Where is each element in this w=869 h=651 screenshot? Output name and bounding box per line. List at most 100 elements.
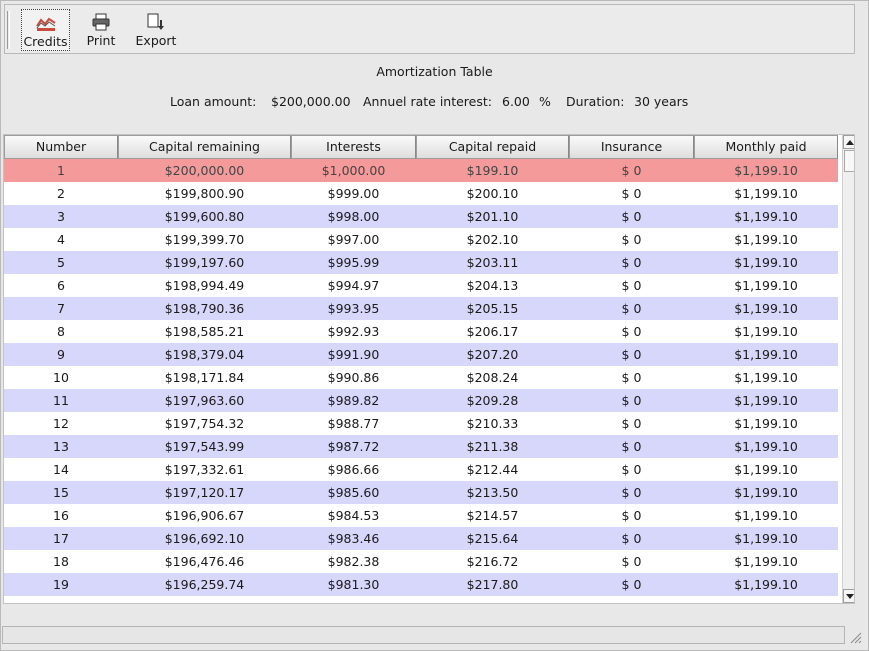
table-row[interactable]: 17 $196,692.10 $983.46 $215.64 $ 0 $1,199.10 (4, 527, 838, 550)
table-cell: $1,199.10 (734, 324, 798, 339)
table-cell: $999.00 (327, 186, 380, 201)
table-cell: $985.60 (327, 485, 380, 500)
table-cell: $198,171.84 (164, 370, 245, 385)
loan-amount-label: Loan amount: (170, 94, 257, 109)
table-cell: $197,543.99 (164, 439, 245, 454)
table-cell: 7 (57, 301, 65, 316)
table-cell: $983.46 (327, 531, 380, 546)
column-header-insurance[interactable]: Insurance (569, 135, 694, 159)
table-cell: $204.13 (466, 278, 519, 293)
table-row[interactable]: 13 $197,543.99 $987.72 $211.38 $ 0 $1,199.10 (4, 435, 838, 458)
table-cell: $ 0 (621, 531, 642, 546)
status-bar (2, 626, 845, 644)
table-row[interactable]: 9 $198,379.04 $991.90 $207.20 $ 0 $1,199.10 (4, 343, 838, 366)
table-row[interactable]: 12 $197,754.32 $988.77 $210.33 $ 0 $1,199.10 (4, 412, 838, 435)
table-cell: 3 (57, 209, 65, 224)
table-cell: $988.77 (327, 416, 380, 431)
table-cell: $1,199.10 (734, 462, 798, 477)
resize-grip-icon[interactable] (848, 630, 862, 644)
table-cell: $206.17 (466, 324, 519, 339)
table-cell: $196,692.10 (164, 531, 245, 546)
scroll-down-arrow-icon[interactable] (843, 589, 854, 603)
table-cell: $215.64 (466, 531, 519, 546)
table-cell: $ 0 (621, 301, 642, 316)
table-cell: $989.82 (327, 393, 380, 408)
table-row[interactable]: 1 $200,000.00 $1,000.00 $199.10 $ 0 $1,199.10 (4, 159, 838, 182)
print-button[interactable]: Print (83, 9, 119, 51)
export-icon (147, 13, 164, 30)
table-cell: $ 0 (621, 508, 642, 523)
export-button[interactable]: Export (133, 9, 179, 51)
table-cell: $1,199.10 (734, 186, 798, 201)
table-cell: $209.28 (466, 393, 519, 408)
table-cell: $211.38 (466, 439, 519, 454)
table-cell: $1,199.10 (734, 393, 798, 408)
table-body: 1 $200,000.00 $1,000.00 $199.10 $ 0 $1,199.10… (4, 159, 838, 596)
scrollbar-thumb[interactable] (844, 150, 854, 172)
table-cell: $1,199.10 (734, 255, 798, 270)
table-cell: $1,199.10 (734, 347, 798, 362)
table-cell: $196,259.74 (164, 577, 245, 592)
table-cell: $1,199.10 (734, 301, 798, 316)
printer-icon (92, 13, 110, 31)
table-row[interactable]: 7 $198,790.36 $993.95 $205.15 $ 0 $1,199.10 (4, 297, 838, 320)
column-header-number[interactable]: Number (4, 135, 118, 159)
table-row[interactable]: 14 $197,332.61 $986.66 $212.44 $ 0 $1,199.10 (4, 458, 838, 481)
table-row[interactable]: 19 $196,259.74 $981.30 $217.80 $ 0 $1,199.10 (4, 573, 838, 596)
table-row[interactable]: 10 $198,171.84 $990.86 $208.24 $ 0 $1,199.10 (4, 366, 838, 389)
table-cell: 15 (53, 485, 69, 500)
toolbar-drag-handle[interactable] (7, 11, 10, 49)
duration-value: 30 years (634, 94, 689, 109)
credits-button[interactable]: Credits (21, 9, 70, 51)
table-cell: $ 0 (621, 554, 642, 569)
table-row[interactable]: 15 $197,120.17 $985.60 $213.50 $ 0 $1,199.10 (4, 481, 838, 504)
table-cell: $991.90 (327, 347, 380, 362)
table-cell: 11 (53, 393, 69, 408)
table-cell: $986.66 (327, 462, 380, 477)
table-cell: $201.10 (466, 209, 519, 224)
table-cell: $ 0 (621, 232, 642, 247)
table-cell: $1,199.10 (734, 416, 798, 431)
rate-label: Annuel rate interest: (363, 94, 492, 109)
table-cell: 6 (57, 278, 65, 293)
column-header-monthly-paid[interactable]: Monthly paid (694, 135, 838, 159)
table-cell: $212.44 (466, 462, 519, 477)
table-cell: $995.99 (327, 255, 380, 270)
table-row[interactable]: 2 $199,800.90 $999.00 $200.10 $ 0 $1,199.10 (4, 182, 838, 205)
table-cell: $ 0 (621, 324, 642, 339)
toolbar: Credits Print Export (4, 4, 855, 54)
table-cell: $199,197.60 (164, 255, 245, 270)
table-row[interactable]: 4 $199,399.70 $997.00 $202.10 $ 0 $1,199.10 (4, 228, 838, 251)
column-header-capital-repaid[interactable]: Capital repaid (416, 135, 569, 159)
table-cell: $ 0 (621, 347, 642, 362)
table-cell: $196,476.46 (164, 554, 245, 569)
table-cell: $1,199.10 (734, 232, 798, 247)
scroll-up-arrow-icon[interactable] (843, 135, 854, 149)
table-row[interactable]: 8 $198,585.21 $992.93 $206.17 $ 0 $1,199.10 (4, 320, 838, 343)
column-header-interests[interactable]: Interests (291, 135, 416, 159)
table-cell: $ 0 (621, 186, 642, 201)
table-row[interactable]: 16 $196,906.67 $984.53 $214.57 $ 0 $1,199.10 (4, 504, 838, 527)
table-cell: $984.53 (327, 508, 380, 523)
table-row[interactable]: 5 $199,197.60 $995.99 $203.11 $ 0 $1,199.10 (4, 251, 838, 274)
column-header-capital-remaining[interactable]: Capital remaining (118, 135, 291, 159)
loan-amount-value: $200,000.00 (271, 94, 351, 109)
table-cell: $994.97 (327, 278, 380, 293)
table-cell: $199.10 (466, 163, 519, 178)
table-cell: $992.93 (327, 324, 380, 339)
table-row[interactable]: 6 $198,994.49 $994.97 $204.13 $ 0 $1,199.10 (4, 274, 838, 297)
table-cell: $ 0 (621, 577, 642, 592)
table-cell: $203.11 (466, 255, 519, 270)
vertical-scrollbar[interactable] (842, 135, 854, 603)
table-cell: $1,199.10 (734, 531, 798, 546)
table-row[interactable]: 11 $197,963.60 $989.82 $209.28 $ 0 $1,199.10 (4, 389, 838, 412)
table-row[interactable]: 18 $196,476.46 $982.38 $216.72 $ 0 $1,199.10 (4, 550, 838, 573)
table-cell: $990.86 (327, 370, 380, 385)
table-cell: $981.30 (327, 577, 380, 592)
table-cell: $198,585.21 (164, 324, 245, 339)
table-cell: 19 (53, 577, 69, 592)
table-cell: $993.95 (327, 301, 380, 316)
table-cell: $1,199.10 (734, 485, 798, 500)
table-cell: $200.10 (466, 186, 519, 201)
table-row[interactable]: 3 $199,600.80 $998.00 $201.10 $ 0 $1,199.10 (4, 205, 838, 228)
